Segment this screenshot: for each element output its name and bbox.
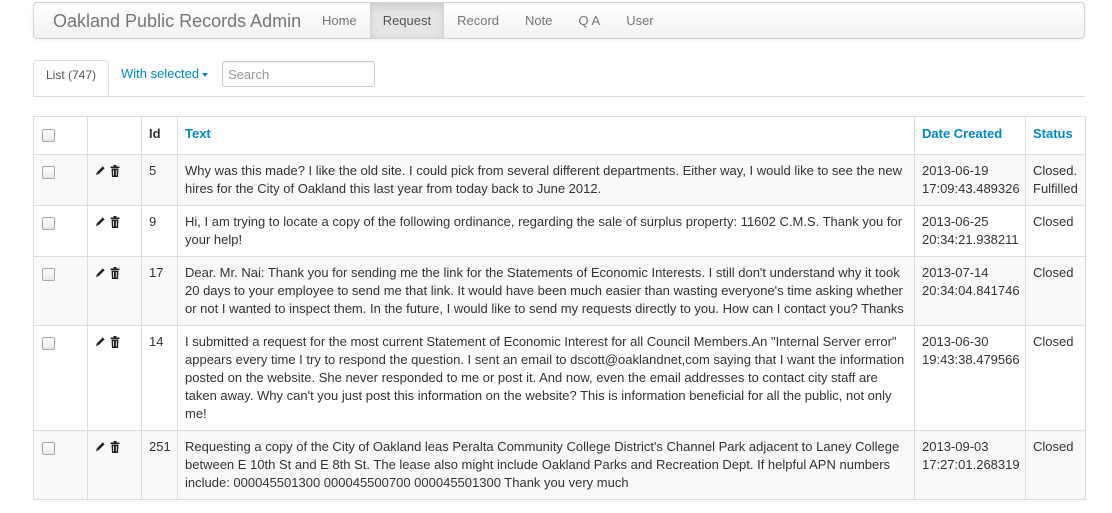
row-select-cell (33, 256, 88, 326)
row-checkbox[interactable] (42, 442, 55, 455)
table-row: 17 Dear. Mr. Nai: Thank you for sending m… (33, 256, 1086, 326)
text-header: Text (177, 116, 915, 155)
row-id: 9 (141, 205, 178, 257)
row-id: 17 (141, 256, 178, 326)
row-status: Closed (1025, 325, 1086, 431)
delete-trash-icon[interactable] (110, 265, 120, 280)
row-actions (87, 325, 142, 431)
row-checkbox[interactable] (42, 337, 55, 350)
with-selected-label: With selected (121, 66, 200, 81)
edit-pencil-icon[interactable] (95, 439, 106, 454)
status-header: Status (1025, 116, 1086, 155)
edit-pencil-icon[interactable] (95, 214, 106, 229)
list-toolbar: List (747) With selected (33, 60, 1085, 97)
row-actions (87, 430, 142, 500)
requests-table: Id Text Date Created Status 5 Why was thi… (33, 116, 1086, 500)
row-id: 251 (141, 430, 178, 500)
row-status: Closed (1025, 256, 1086, 326)
app-brand[interactable]: Oakland Public Records Admin (53, 11, 301, 32)
row-select-cell (33, 325, 88, 431)
tab-list[interactable]: List (747) (33, 60, 110, 96)
nav-home[interactable]: Home (309, 3, 370, 38)
delete-trash-icon[interactable] (110, 439, 120, 454)
nav-links: Home Request Record Note Q A User (309, 3, 667, 38)
search-input[interactable] (222, 61, 375, 87)
row-id: 5 (141, 154, 178, 206)
row-actions (87, 205, 142, 257)
with-selected-dropdown[interactable]: With selected (121, 60, 209, 88)
caret-down-icon (202, 72, 209, 77)
row-select-cell (33, 430, 88, 500)
edit-pencil-icon[interactable] (95, 265, 106, 280)
delete-trash-icon[interactable] (110, 334, 120, 349)
row-text: Requesting a copy of the City of Oakland… (177, 430, 915, 500)
table-row: 251 Requesting a copy of the City of Oakl… (33, 430, 1086, 500)
row-date-created: 2013-06-25 20:34:21.938211 (914, 205, 1026, 257)
row-text: Hi, I am trying to locate a copy of the … (177, 205, 915, 257)
row-id: 14 (141, 325, 178, 431)
table-header-row: Id Text Date Created Status (33, 116, 1086, 155)
row-status: Closed (1025, 205, 1086, 257)
edit-pencil-icon[interactable] (95, 163, 106, 178)
row-date-created: 2013-09-03 17:27:01.268319 (914, 430, 1026, 500)
nav-request[interactable]: Request (369, 3, 445, 38)
row-date-created: 2013-06-19 17:09:43.489326 (914, 154, 1026, 206)
table-row: 5 Why was this made? I like the old site.… (33, 154, 1086, 206)
table-body: 5 Why was this made? I like the old site.… (33, 154, 1086, 500)
row-text: I submitted a request for the most curre… (177, 325, 915, 431)
id-header: Id (141, 116, 178, 155)
row-status: Closed. Fulfilled (1025, 154, 1086, 206)
date-created-header: Date Created (914, 116, 1026, 155)
nav-qa[interactable]: Q A (566, 3, 614, 38)
select-all-checkbox[interactable] (42, 129, 55, 142)
row-checkbox[interactable] (42, 268, 55, 281)
row-status: Closed (1025, 430, 1086, 500)
table-row: 14 I submitted a request for the most cur… (33, 325, 1086, 431)
row-actions (87, 154, 142, 206)
edit-pencil-icon[interactable] (95, 334, 106, 349)
nav-record[interactable]: Record (444, 3, 512, 38)
row-select-cell (33, 154, 88, 206)
delete-trash-icon[interactable] (110, 163, 120, 178)
row-checkbox[interactable] (42, 217, 55, 230)
row-checkbox[interactable] (42, 166, 55, 179)
row-date-created: 2013-07-14 20:34:04.841746 (914, 256, 1026, 326)
row-actions (87, 256, 142, 326)
actions-header (87, 116, 142, 155)
row-text: Why was this made? I like the old site. … (177, 154, 915, 206)
sort-status-link[interactable]: Status (1033, 126, 1073, 141)
nav-note[interactable]: Note (512, 3, 565, 38)
sort-date-link[interactable]: Date Created (922, 126, 1002, 141)
sort-text-link[interactable]: Text (185, 126, 211, 141)
row-text: Dear. Mr. Nai: Thank you for sending me … (177, 256, 915, 326)
nav-user[interactable]: User (613, 3, 666, 38)
row-date-created: 2013-06-30 19:43:38.479566 (914, 325, 1026, 431)
row-select-cell (33, 205, 88, 257)
select-all-cell (33, 116, 88, 155)
delete-trash-icon[interactable] (110, 214, 120, 229)
table-row: 9 Hi, I am trying to locate a copy of the… (33, 205, 1086, 257)
top-navbar: Oakland Public Records Admin Home Reques… (33, 2, 1085, 39)
